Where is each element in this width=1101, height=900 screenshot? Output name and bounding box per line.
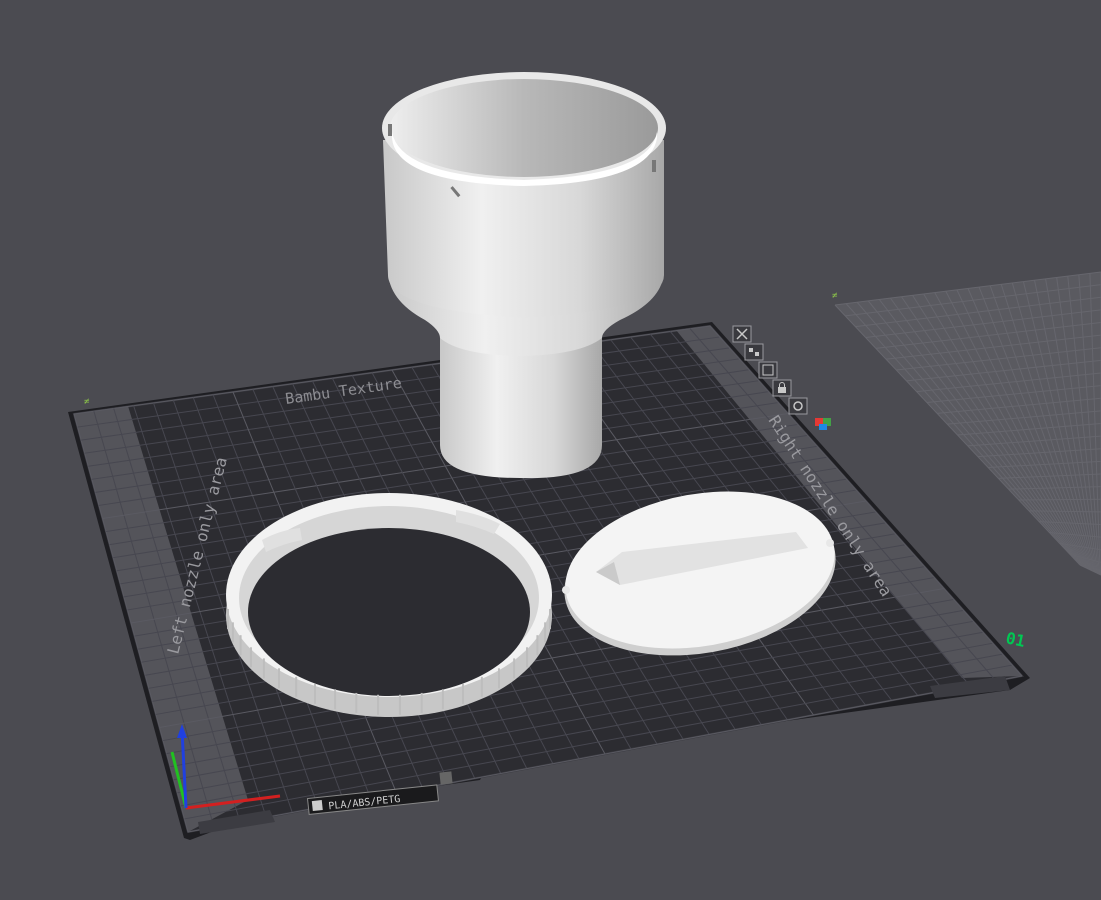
threaded-ring[interactable] <box>226 493 552 717</box>
scene-canvas[interactable]: ≠ Bambu Texture Left nozzle only area Ri… <box>0 0 1101 896</box>
plate-tag-square <box>439 771 452 784</box>
lock-icon[interactable] <box>773 380 791 396</box>
plate-number: 01 <box>1004 628 1027 651</box>
settings-icon[interactable] <box>789 398 807 414</box>
auto-arrange-icon[interactable] <box>745 344 763 360</box>
3d-viewport[interactable]: ≠ Bambu Texture Left nozzle only area Ri… <box>0 0 1101 896</box>
orient-icon[interactable] <box>759 362 777 378</box>
filament-color-icon[interactable] <box>815 418 831 430</box>
close-icon[interactable] <box>733 326 751 342</box>
adjacent-plate-marker: ≠ <box>832 291 838 301</box>
plate-marker: ≠ <box>84 397 90 407</box>
